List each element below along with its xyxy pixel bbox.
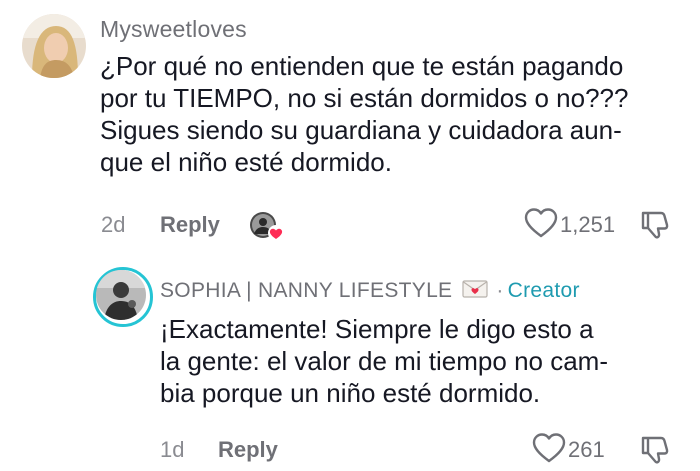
- comment-like-heart-icon[interactable]: [524, 207, 558, 239]
- comment-like-count: 1,251: [560, 212, 616, 237]
- commenter-avatar[interactable]: [22, 14, 86, 78]
- reply-line: bia porque un niño esté dormido.: [160, 378, 541, 408]
- comment-line: que el niño esté dormido.: [100, 147, 392, 177]
- reply-line: la gente: el valor de mi tiempo no cam-: [160, 346, 608, 376]
- reply-age: 1d: [160, 437, 185, 462]
- creator-badge: Creator: [507, 279, 580, 302]
- creator-username[interactable]: SOPHIA | NANNY LIFESTYLE: [160, 279, 452, 302]
- love-letter-icon: [462, 279, 488, 305]
- comment-line: ¿Por qué no entienden que te están pagan…: [100, 51, 624, 81]
- comment-line: Sigues siendo su guardiana y cuidadora a…: [100, 115, 622, 145]
- comment-line: por tu TIEMPO, no si están dormidos o no…: [100, 83, 629, 113]
- reply-line: ¡Exactamente! Siempre le digo esto a: [160, 314, 594, 344]
- comment-age: 2d: [101, 212, 126, 237]
- reply-reply-button[interactable]: Reply: [218, 437, 278, 463]
- creator-avatar[interactable]: [96, 270, 146, 320]
- creator-name-row: SOPHIA | NANNY LIFESTYLE · Creator: [160, 279, 580, 305]
- commenter-username[interactable]: Mysweetloves: [100, 16, 247, 43]
- creator-liked-badge-icon: [248, 210, 288, 242]
- comment-dislike-thumbs-down-icon[interactable]: [639, 209, 671, 241]
- comment-text: ¿Por qué no entienden que te están pagan…: [100, 50, 680, 178]
- comment-reply-button[interactable]: Reply: [160, 212, 220, 238]
- reply-text: ¡Exactamente! Siempre le digo esto a la …: [160, 313, 680, 409]
- reply-like-count: 261: [568, 437, 605, 462]
- reply-dislike-thumbs-down-icon[interactable]: [639, 434, 671, 466]
- creator-separator: ·: [496, 279, 504, 302]
- reply-like-heart-icon[interactable]: [532, 432, 566, 464]
